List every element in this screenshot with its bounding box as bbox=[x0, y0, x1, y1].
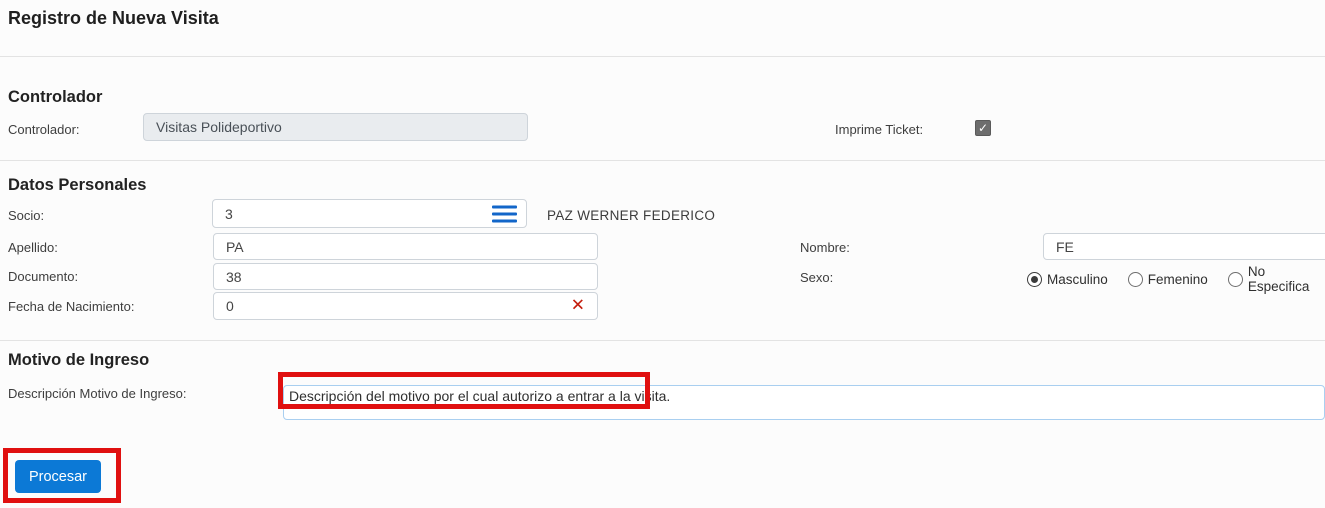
descripcion-motivo-value: Descripción del motivo por el cual autor… bbox=[289, 388, 670, 404]
radio-masculino-label: Masculino bbox=[1047, 272, 1108, 287]
divider bbox=[0, 160, 1325, 161]
section-heading-controlador: Controlador bbox=[8, 88, 102, 107]
controlador-label: Controlador: bbox=[8, 122, 80, 137]
socio-lookup-menu-icon[interactable] bbox=[492, 205, 517, 222]
socio-value: 3 bbox=[225, 206, 233, 222]
fecha-nacimiento-input[interactable]: 0 ✕ bbox=[213, 292, 598, 320]
nombre-value: FE bbox=[1056, 239, 1074, 255]
radio-femenino-circle[interactable] bbox=[1128, 272, 1143, 287]
nombre-label: Nombre: bbox=[800, 240, 850, 255]
radio-masculino-circle[interactable] bbox=[1027, 272, 1042, 287]
procesar-button[interactable]: Procesar bbox=[15, 460, 101, 493]
fecha-nacimiento-value: 0 bbox=[226, 298, 234, 314]
divider bbox=[0, 56, 1325, 57]
radio-no-especifica-label: No Especifica bbox=[1248, 264, 1325, 294]
documento-value: 38 bbox=[226, 269, 241, 285]
documento-input[interactable]: 38 bbox=[213, 263, 598, 290]
divider bbox=[0, 340, 1325, 341]
radio-masculino[interactable]: Masculino bbox=[1027, 272, 1108, 287]
radio-no-especifica-circle[interactable] bbox=[1228, 272, 1243, 287]
socio-input[interactable]: 3 bbox=[212, 199, 527, 228]
imprime-ticket-checkbox[interactable]: ✓ bbox=[975, 120, 991, 136]
section-heading-datos-personales: Datos Personales bbox=[8, 176, 146, 195]
radio-femenino-label: Femenino bbox=[1148, 272, 1208, 287]
clear-date-x-icon[interactable]: ✕ bbox=[571, 296, 585, 316]
checkbox-check-icon: ✓ bbox=[978, 121, 988, 135]
socio-full-name: PAZ WERNER FEDERICO bbox=[547, 208, 715, 223]
sexo-label: Sexo: bbox=[800, 270, 833, 285]
fecha-nacimiento-label: Fecha de Nacimiento: bbox=[8, 299, 134, 314]
apellido-input[interactable]: PA bbox=[213, 233, 598, 260]
socio-label: Socio: bbox=[8, 208, 44, 223]
controlador-input: Visitas Polideportivo bbox=[143, 113, 528, 141]
apellido-label: Apellido: bbox=[8, 240, 58, 255]
descripcion-motivo-textarea[interactable]: Descripción del motivo por el cual autor… bbox=[283, 385, 1325, 420]
documento-label: Documento: bbox=[8, 269, 78, 284]
sexo-radio-group: Masculino Femenino No Especifica bbox=[1027, 264, 1325, 294]
page-title: Registro de Nueva Visita bbox=[8, 8, 219, 29]
nombre-input[interactable]: FE bbox=[1043, 233, 1325, 260]
radio-femenino[interactable]: Femenino bbox=[1128, 272, 1208, 287]
section-heading-motivo-ingreso: Motivo de Ingreso bbox=[8, 351, 149, 370]
radio-no-especifica[interactable]: No Especifica bbox=[1228, 264, 1325, 294]
imprime-ticket-label: Imprime Ticket: bbox=[835, 122, 923, 137]
apellido-value: PA bbox=[226, 239, 244, 255]
descripcion-motivo-label: Descripción Motivo de Ingreso: bbox=[8, 386, 186, 401]
controlador-value: Visitas Polideportivo bbox=[156, 119, 282, 135]
